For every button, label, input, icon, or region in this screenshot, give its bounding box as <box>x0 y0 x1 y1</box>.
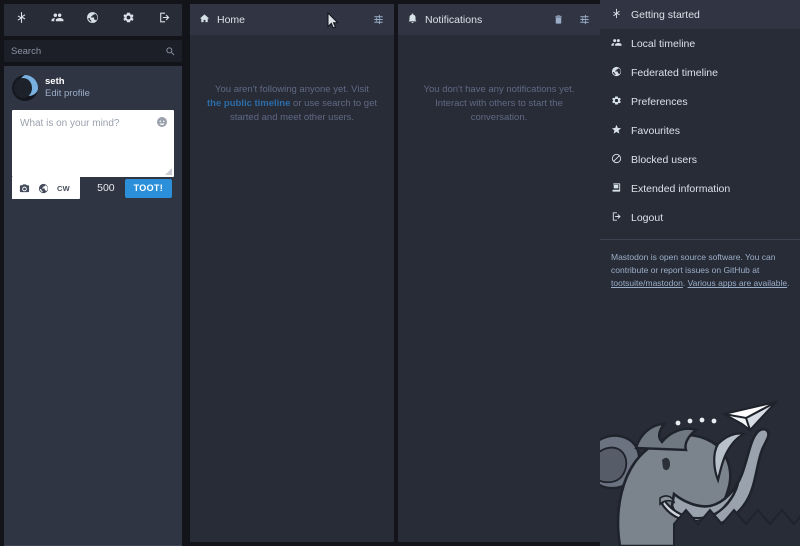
gear-icon <box>122 11 135 29</box>
privacy-globe-icon[interactable] <box>35 180 52 196</box>
column-title-notifications: Notifications <box>407 13 552 27</box>
tab-logout[interactable] <box>149 5 179 35</box>
sidebar-item-extended-information[interactable]: Extended information <box>600 174 800 203</box>
composer: CW 500 TOOT! <box>12 110 174 199</box>
column-header-notifications[interactable]: Notifications <box>398 4 600 35</box>
avatar[interactable] <box>12 75 38 101</box>
sidebar-footer: Mastodon is open source software. You ca… <box>600 240 800 291</box>
sidebar-item-label: Preferences <box>631 96 688 108</box>
asterisk-icon <box>15 11 28 29</box>
drawer-tab-bar <box>4 4 182 36</box>
compose-textarea[interactable] <box>12 110 174 172</box>
github-repo-link[interactable]: tootsuite/mastodon <box>611 278 683 288</box>
logout-icon <box>611 211 622 225</box>
compose-drawer: seth Edit profile <box>0 0 186 546</box>
compose-action-buttons: CW <box>12 177 80 199</box>
gear-icon <box>611 95 622 109</box>
account-header: seth Edit profile <box>12 74 174 110</box>
content-warning-button[interactable]: CW <box>54 184 73 193</box>
globe-icon <box>611 66 622 80</box>
sidebar-item-blocked-users[interactable]: Blocked users <box>600 145 800 174</box>
empty-state-home: You aren't following anyone yet. Visit t… <box>207 83 377 542</box>
sidebar-item-label: Federated timeline <box>631 67 718 79</box>
compose-panel: seth Edit profile <box>4 66 182 546</box>
bell-icon <box>407 13 418 27</box>
ban-icon <box>611 153 622 167</box>
tab-preferences[interactable] <box>114 5 144 35</box>
sidebar-item-logout[interactable]: Logout <box>600 203 800 232</box>
column-header-home[interactable]: Home <box>190 4 394 35</box>
column-home: Home You aren't following anyone yet. Vi… <box>190 4 394 542</box>
sliders-icon[interactable] <box>578 13 591 26</box>
sidebar-item-label: Favourites <box>631 125 680 137</box>
getting-started-sidebar: Getting started Local timeline Federated… <box>600 0 800 546</box>
column-notifications: Notifications You don't have any notific… <box>398 4 600 542</box>
column-title-home: Home <box>199 13 372 27</box>
sidebar-item-label: Getting started <box>631 9 700 21</box>
empty-text-before: You aren't following anyone yet. Visit <box>215 84 369 95</box>
textarea-resize-handle[interactable] <box>164 167 173 176</box>
star-icon <box>611 124 622 138</box>
column-header-actions-notifications <box>552 13 591 26</box>
sidebar-item-federated-timeline[interactable]: Federated timeline <box>600 58 800 87</box>
sidebar-item-label: Extended information <box>631 183 730 195</box>
sidebar-item-label: Local timeline <box>631 38 695 50</box>
tab-getting-started[interactable] <box>7 5 37 35</box>
compose-submit-area: 500 TOOT! <box>97 179 174 198</box>
public-timeline-link[interactable]: the public timeline <box>207 98 290 109</box>
sidebar-item-getting-started[interactable]: Getting started <box>600 0 800 29</box>
sliders-icon[interactable] <box>372 13 385 26</box>
column-body-home: You aren't following anyone yet. Visit t… <box>190 35 394 542</box>
search-icon[interactable] <box>163 44 177 58</box>
camera-icon[interactable] <box>16 180 33 196</box>
toot-button[interactable]: TOOT! <box>125 179 172 198</box>
edit-profile-link[interactable]: Edit profile <box>45 88 90 100</box>
sidebar-item-label: Logout <box>631 212 663 224</box>
book-icon <box>611 182 622 196</box>
users-icon <box>51 11 64 29</box>
character-counter: 500 <box>97 182 115 194</box>
logout-icon <box>158 11 171 29</box>
home-icon <box>199 13 210 27</box>
column-header-label: Home <box>217 14 245 26</box>
apps-link[interactable]: Various apps are available <box>688 278 788 288</box>
footer-text-before: Mastodon is open source software. You ca… <box>611 252 775 275</box>
column-header-label: Notifications <box>425 14 482 26</box>
search-input[interactable] <box>4 40 182 62</box>
tab-local-timeline[interactable] <box>42 5 72 35</box>
asterisk-icon <box>611 8 622 22</box>
tab-federated-timeline[interactable] <box>78 5 108 35</box>
emoji-smiley-icon[interactable] <box>155 115 169 129</box>
sidebar-item-preferences[interactable]: Preferences <box>600 87 800 116</box>
sidebar-item-local-timeline[interactable]: Local timeline <box>600 29 800 58</box>
column-body-notifications: You don't have any notifications yet. In… <box>398 35 600 542</box>
footer-text-after: . <box>787 278 789 288</box>
trash-icon[interactable] <box>552 13 565 26</box>
empty-state-notifications: You don't have any notifications yet. In… <box>414 83 584 542</box>
search-bar <box>4 40 182 62</box>
empty-text-before: You don't have any notifications yet. In… <box>424 84 575 123</box>
globe-icon <box>86 11 99 29</box>
column-header-actions-home <box>372 13 385 26</box>
users-icon <box>611 37 622 51</box>
sidebar-item-favourites[interactable]: Favourites <box>600 116 800 145</box>
mastodon-elephant-illustration <box>600 390 800 546</box>
compose-textarea-wrap <box>12 110 174 177</box>
sidebar-item-label: Blocked users <box>631 154 697 166</box>
mastodon-app: seth Edit profile <box>0 0 800 546</box>
compose-actions: CW 500 TOOT! <box>12 177 174 199</box>
account-display-name: seth <box>45 76 90 88</box>
